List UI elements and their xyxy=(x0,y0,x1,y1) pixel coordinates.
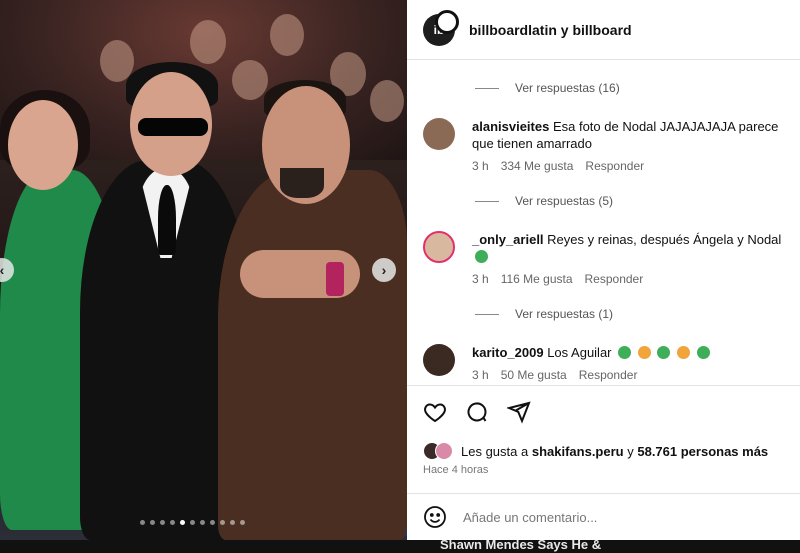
comment-time: 3 h xyxy=(472,159,489,173)
avatar xyxy=(435,442,453,460)
avatar[interactable] xyxy=(423,231,455,263)
carousel-indicator xyxy=(140,520,245,525)
avatar[interactable] xyxy=(423,118,455,150)
nauseated-face-emoji-icon xyxy=(677,346,691,359)
comment-time: 3 h xyxy=(472,368,489,382)
chevron-right-icon: › xyxy=(381,262,387,278)
likes-count[interactable]: 58.761 personas más xyxy=(637,444,768,459)
comment-item: karito_2009 Los Aguilar 3 h 50 Me gusta … xyxy=(407,344,800,384)
sick-face-emoji-icon xyxy=(657,346,671,359)
comment-time: 3 h xyxy=(472,272,489,286)
post-author[interactable]: billboardlatin y billboard xyxy=(469,22,632,38)
likes-summary[interactable]: Les gusta a shakifans.peru y 58.761 pers… xyxy=(423,442,784,460)
account-avatar[interactable]: ib xyxy=(423,9,459,46)
post-header: ib billboardlatin y billboard xyxy=(407,0,800,60)
reply-button[interactable]: Responder xyxy=(579,367,638,384)
reply-button[interactable]: Responder xyxy=(585,158,644,175)
comments-panel: ib billboardlatin y billboard Ver respue… xyxy=(407,0,800,540)
comment-likes[interactable]: 334 Me gusta xyxy=(501,158,574,175)
add-comment-bar xyxy=(407,493,800,540)
comment-username[interactable]: _only_ariell xyxy=(472,232,544,247)
comment-list: Ver respuestas (16) alanisvieites Esa fo… xyxy=(407,60,800,384)
sick-face-emoji-icon xyxy=(696,346,710,359)
headline-ticker: Shawn Mendes Says He & xyxy=(440,540,602,552)
comment-text: Los Aguilar xyxy=(547,345,612,360)
share-icon[interactable] xyxy=(507,400,531,424)
background-page-strip: Shawn Mendes Says He & xyxy=(0,540,800,553)
carousel-next-button[interactable]: › xyxy=(372,258,396,282)
liker-username[interactable]: shakifans.peru xyxy=(532,444,624,459)
nauseated-face-emoji-icon xyxy=(637,346,651,359)
sick-face-emoji-icon xyxy=(618,346,632,359)
comment-username[interactable]: alanisvieites xyxy=(472,119,549,134)
comment-username[interactable]: karito_2009 xyxy=(472,345,544,360)
chevron-left-icon: ‹ xyxy=(0,262,5,278)
view-replies-button[interactable]: Ver respuestas (5) xyxy=(407,191,800,211)
reply-button[interactable]: Responder xyxy=(585,271,644,288)
post-photo: ‹ › xyxy=(0,0,407,540)
comment-item: _only_ariell Reyes y reinas, después Áng… xyxy=(407,231,800,288)
heart-icon[interactable] xyxy=(423,400,447,424)
view-replies-button[interactable]: Ver respuestas (1) xyxy=(407,304,800,324)
comment-icon[interactable] xyxy=(465,400,489,424)
comment-text: Reyes y reinas, después Ángela y Nodal xyxy=(547,232,782,247)
post-actions: Les gusta a shakifans.peru y 58.761 pers… xyxy=(407,385,800,476)
comment-item: alanisvieites Esa foto de Nodal JAJAJAJA… xyxy=(407,118,800,175)
sick-face-emoji-icon xyxy=(475,250,488,263)
comment-likes[interactable]: 50 Me gusta xyxy=(501,367,567,384)
comment-likes[interactable]: 116 Me gusta xyxy=(501,271,573,288)
view-replies-button[interactable]: Ver respuestas (16) xyxy=(407,78,800,98)
avatar[interactable] xyxy=(423,344,455,376)
comment-input[interactable] xyxy=(463,509,763,525)
emoji-icon[interactable] xyxy=(423,505,447,529)
post-time: Hace 4 horas xyxy=(423,464,489,476)
